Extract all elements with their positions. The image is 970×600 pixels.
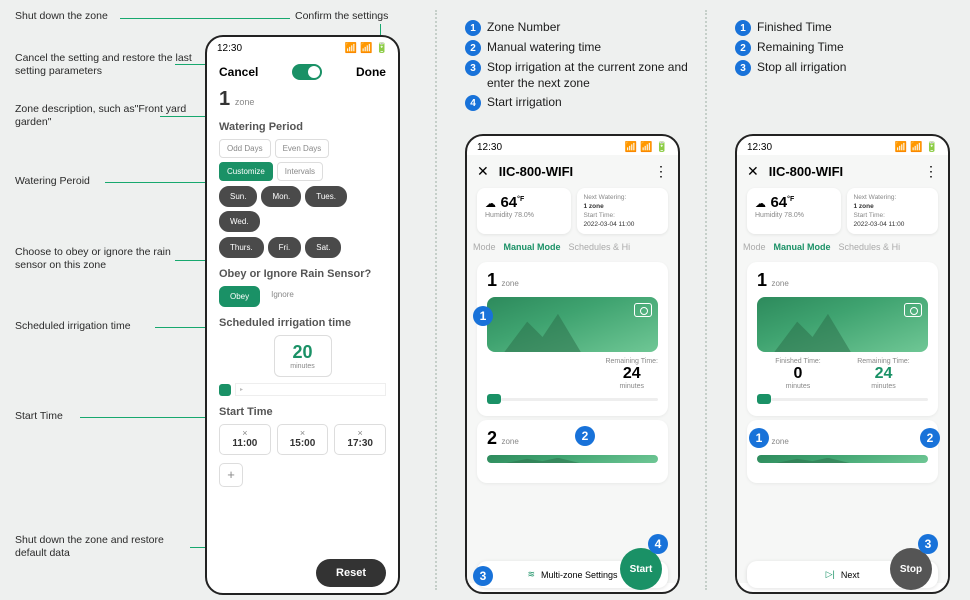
duration-unit: minutes bbox=[275, 363, 331, 370]
next-icon: ▷| bbox=[826, 569, 835, 580]
day-tue[interactable]: Tues. bbox=[305, 186, 347, 207]
layers-icon: ≋ bbox=[527, 569, 535, 580]
cancel-button[interactable]: Cancel bbox=[219, 65, 258, 79]
day-thu[interactable]: Thurs. bbox=[219, 237, 264, 258]
next-watering-card: Next Watering: 1 zone Start Time: 2022-0… bbox=[577, 188, 669, 234]
scheduled-title: Scheduled irrigation time bbox=[219, 317, 386, 329]
status-bar: 12:30 📶📶🔋 bbox=[207, 37, 398, 56]
stop-button[interactable]: Stop bbox=[890, 548, 932, 590]
anno-rain-sensor: Choose to obey or ignore the rain sensor… bbox=[15, 246, 195, 272]
start-time-title: Start Time bbox=[219, 406, 386, 418]
duration-input[interactable]: 20 minutes bbox=[274, 335, 332, 377]
day-sun[interactable]: Sun. bbox=[219, 186, 257, 207]
zone-image bbox=[757, 297, 928, 352]
duration-slider[interactable]: ▸ bbox=[219, 383, 386, 396]
close-button[interactable]: ✕ bbox=[747, 163, 759, 180]
zone-1-card[interactable]: 1 zone Finished Time: 0 minutes Remainin… bbox=[747, 262, 938, 416]
day-wed[interactable]: Wed. bbox=[219, 211, 260, 232]
zone-header: 1 zone bbox=[219, 88, 386, 111]
weather-card: ☁ 64°F Humidity 78.0% bbox=[477, 188, 571, 234]
clock: 12:30 bbox=[217, 43, 242, 54]
legend-phone3: 1Finished Time 2Remaining Time 3Stop all… bbox=[735, 20, 955, 80]
done-button[interactable]: Done bbox=[356, 65, 386, 79]
next-watering-card: Next Watering: 1 zone Start Time: 2022-0… bbox=[847, 188, 939, 234]
clock: 12:30 bbox=[477, 142, 502, 153]
add-time-button[interactable]: + bbox=[219, 463, 243, 487]
legend-phone2: 1Zone Number 2Manual watering time 3Stop… bbox=[465, 20, 695, 115]
tab-mode[interactable]: Mode bbox=[473, 242, 496, 252]
mode-tabs[interactable]: Mode Manual Mode Schedules & Hi bbox=[467, 242, 678, 258]
zone-label: zone bbox=[235, 97, 255, 107]
zone-toggle[interactable] bbox=[292, 64, 322, 80]
menu-button[interactable]: ⋮ bbox=[654, 163, 668, 180]
rain-sensor-title: Obey or Ignore Rain Sensor? bbox=[219, 268, 386, 280]
anno-shutdown: Shut down the zone bbox=[15, 10, 195, 23]
zone-1-card[interactable]: 1 zone Remaining Time: 24 minutes bbox=[477, 262, 668, 416]
tab-schedules[interactable]: Schedules & Hi bbox=[839, 242, 901, 252]
time-slider[interactable] bbox=[757, 394, 928, 404]
status-icons: 📶📶🔋 bbox=[345, 43, 388, 54]
manual-mode-screen-start: 12:30📶📶🔋 ✕ IIC-800-WIFI ⋮ ☁ 64°F Humidit… bbox=[465, 134, 680, 594]
menu-button[interactable]: ⋮ bbox=[924, 163, 938, 180]
period-even[interactable]: Even Days bbox=[275, 139, 330, 158]
tab-schedules[interactable]: Schedules & Hi bbox=[569, 242, 631, 252]
zone-image bbox=[487, 297, 658, 352]
settings-screen: 12:30 📶📶🔋 Cancel Done 1 zone Watering Pe… bbox=[205, 35, 400, 595]
reset-button[interactable]: Reset bbox=[316, 559, 386, 587]
period-options: Odd Days Even Days Customize Intervals bbox=[219, 139, 386, 181]
close-button[interactable]: ✕ bbox=[477, 163, 489, 180]
duration-value: 20 bbox=[275, 342, 331, 363]
device-title: IIC-800-WIFI bbox=[769, 164, 914, 179]
day-fri[interactable]: Fri. bbox=[268, 237, 302, 258]
camera-icon[interactable] bbox=[634, 303, 652, 317]
time-slider[interactable] bbox=[487, 394, 658, 404]
tab-mode[interactable]: Mode bbox=[743, 242, 766, 252]
mode-tabs[interactable]: Mode Manual Mode Schedules & Hi bbox=[737, 242, 948, 258]
anno-confirm: Confirm the settings bbox=[295, 10, 388, 23]
manual-mode-screen-stop: 12:30📶📶🔋 ✕ IIC-800-WIFI ⋮ ☁ 64°F Humidit… bbox=[735, 134, 950, 594]
time-slot-2[interactable]: ×15:00 bbox=[277, 424, 329, 455]
tab-manual[interactable]: Manual Mode bbox=[774, 242, 831, 252]
device-title: IIC-800-WIFI bbox=[499, 164, 644, 179]
time-slot-3[interactable]: ×17:30 bbox=[334, 424, 386, 455]
ignore-button[interactable]: Ignore bbox=[264, 286, 301, 307]
day-mon[interactable]: Mon. bbox=[261, 186, 301, 207]
camera-icon[interactable] bbox=[904, 303, 922, 317]
tab-manual[interactable]: Manual Mode bbox=[504, 242, 561, 252]
time-slot-1[interactable]: ×11:00 bbox=[219, 424, 271, 455]
zone-2-card[interactable]: 2 zone bbox=[477, 420, 668, 483]
period-customize[interactable]: Customize bbox=[219, 162, 273, 181]
day-sat[interactable]: Sat. bbox=[305, 237, 341, 258]
zone-2-card[interactable]: 2 zone bbox=[747, 420, 938, 483]
zone-number: 1 bbox=[219, 88, 230, 110]
clock: 12:30 bbox=[747, 142, 772, 153]
anno-cancel: Cancel the setting and restore the last … bbox=[15, 52, 195, 78]
weather-card: ☁ 64°F Humidity 78.0% bbox=[747, 188, 841, 234]
period-odd[interactable]: Odd Days bbox=[219, 139, 271, 158]
period-intervals[interactable]: Intervals bbox=[277, 162, 323, 181]
obey-button[interactable]: Obey bbox=[219, 286, 260, 307]
start-button[interactable]: Start bbox=[620, 548, 662, 590]
day-options: Sun. Mon. Tues. Wed. bbox=[219, 186, 386, 232]
watering-period-title: Watering Period bbox=[219, 121, 386, 133]
anno-reset: Shut down the zone and restore default d… bbox=[15, 534, 195, 560]
